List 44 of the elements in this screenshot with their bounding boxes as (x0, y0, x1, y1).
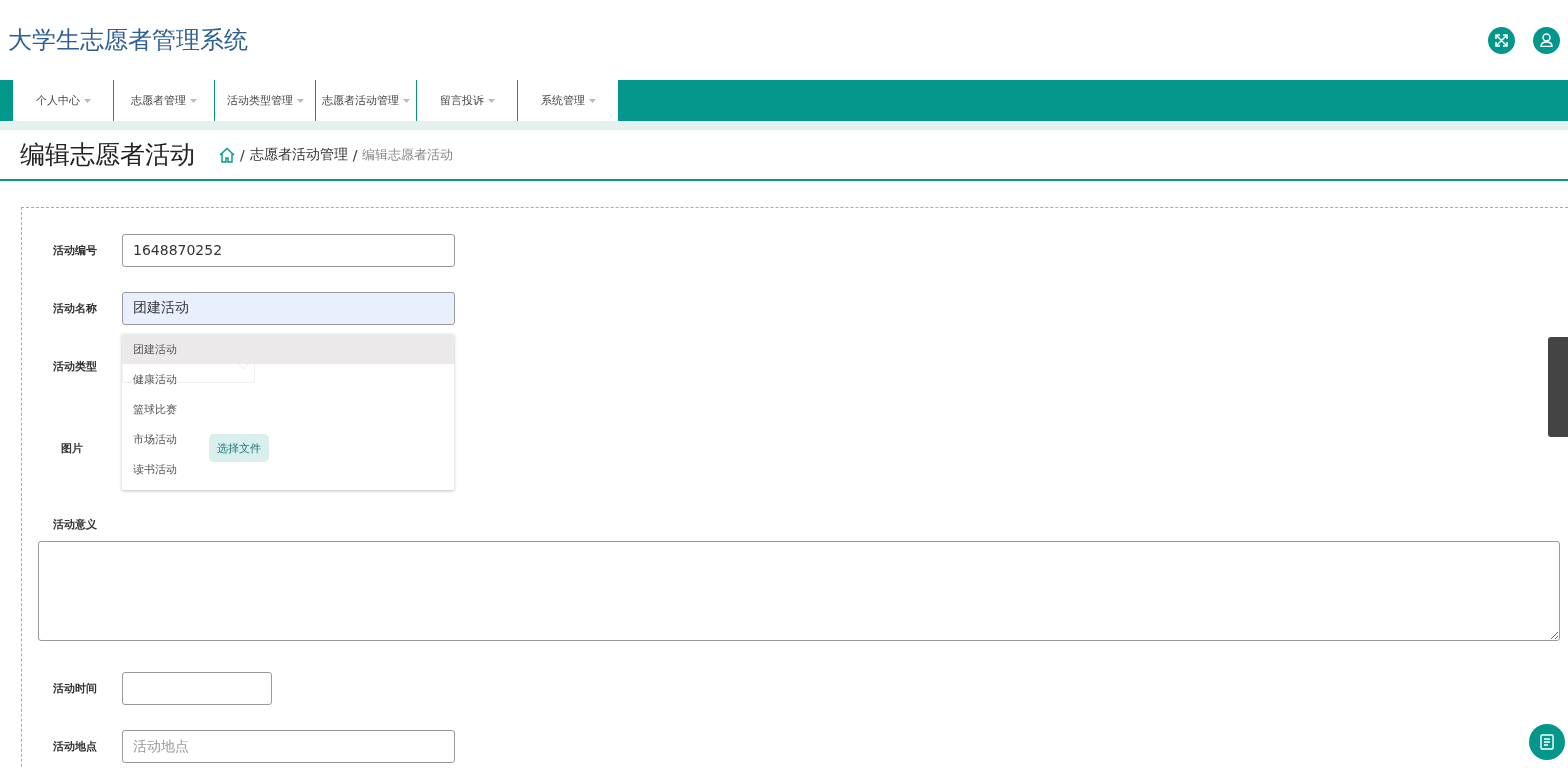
textarea-field[interactable] (38, 541, 1560, 641)
breadcrumb-link[interactable]: 志愿者活动管理 (249, 145, 348, 164)
app-title: 大学生志愿者管理系统 (8, 25, 248, 56)
autocomplete-option[interactable]: 市场活动 (122, 424, 185, 454)
nav-tab[interactable]: 个人中心 (12, 80, 113, 121)
choose-file-button[interactable]: 选择文件 (209, 434, 269, 462)
fullscreen-button[interactable] (1488, 26, 1515, 54)
field-label: 活动编号 (52, 242, 98, 258)
nav-tab[interactable]: 活动类型管理 (214, 80, 315, 121)
home-icon[interactable] (219, 146, 235, 163)
field-label: 图片 (60, 440, 84, 456)
breadcrumb-separator: / (240, 146, 245, 163)
autocomplete-option[interactable]: 健康活动 (122, 364, 185, 394)
side-handle[interactable] (1548, 337, 1568, 437)
autocomplete-option[interactable]: 团建活动 (122, 334, 454, 364)
autocomplete-option[interactable]: 读书活动 (122, 454, 185, 484)
nav-tab[interactable]: 留言投诉 (416, 80, 517, 121)
page-title: 编辑志愿者活动 (20, 139, 195, 171)
caret-icon (190, 98, 197, 103)
text-field[interactable]: 1648870252 (122, 233, 455, 267)
caret-icon (296, 98, 304, 103)
nav-tab[interactable]: 志愿者管理 (113, 80, 214, 121)
field-label: 活动时间 (52, 680, 98, 696)
expand-icon (1495, 33, 1508, 47)
nav-tab[interactable]: 系统管理 (517, 80, 618, 121)
caret-icon (83, 98, 91, 103)
breadcrumb-current: 编辑志愿者活动 (362, 145, 454, 164)
field-label: 活动地点 (52, 738, 98, 754)
caret-icon (403, 98, 410, 103)
field-label: 活动类型 (52, 358, 98, 374)
text-field[interactable]: 团建活动 (122, 291, 455, 325)
floating-button[interactable] (1529, 724, 1565, 760)
autocomplete-option[interactable]: 篮球比赛 (122, 394, 185, 424)
caret-icon (487, 98, 495, 103)
user-button[interactable] (1533, 26, 1560, 54)
field-label: 活动名称 (52, 300, 98, 316)
breadcrumb-separator: / (352, 146, 358, 163)
text-field[interactable]: 活动地点 (122, 729, 455, 763)
date-field[interactable] (122, 671, 272, 705)
field-label: 活动意义 (52, 518, 97, 531)
caret-icon (588, 98, 596, 103)
user-icon (1540, 33, 1553, 47)
nav-tab[interactable]: 志愿者活动管理 (315, 80, 416, 121)
document-icon (1540, 734, 1554, 750)
